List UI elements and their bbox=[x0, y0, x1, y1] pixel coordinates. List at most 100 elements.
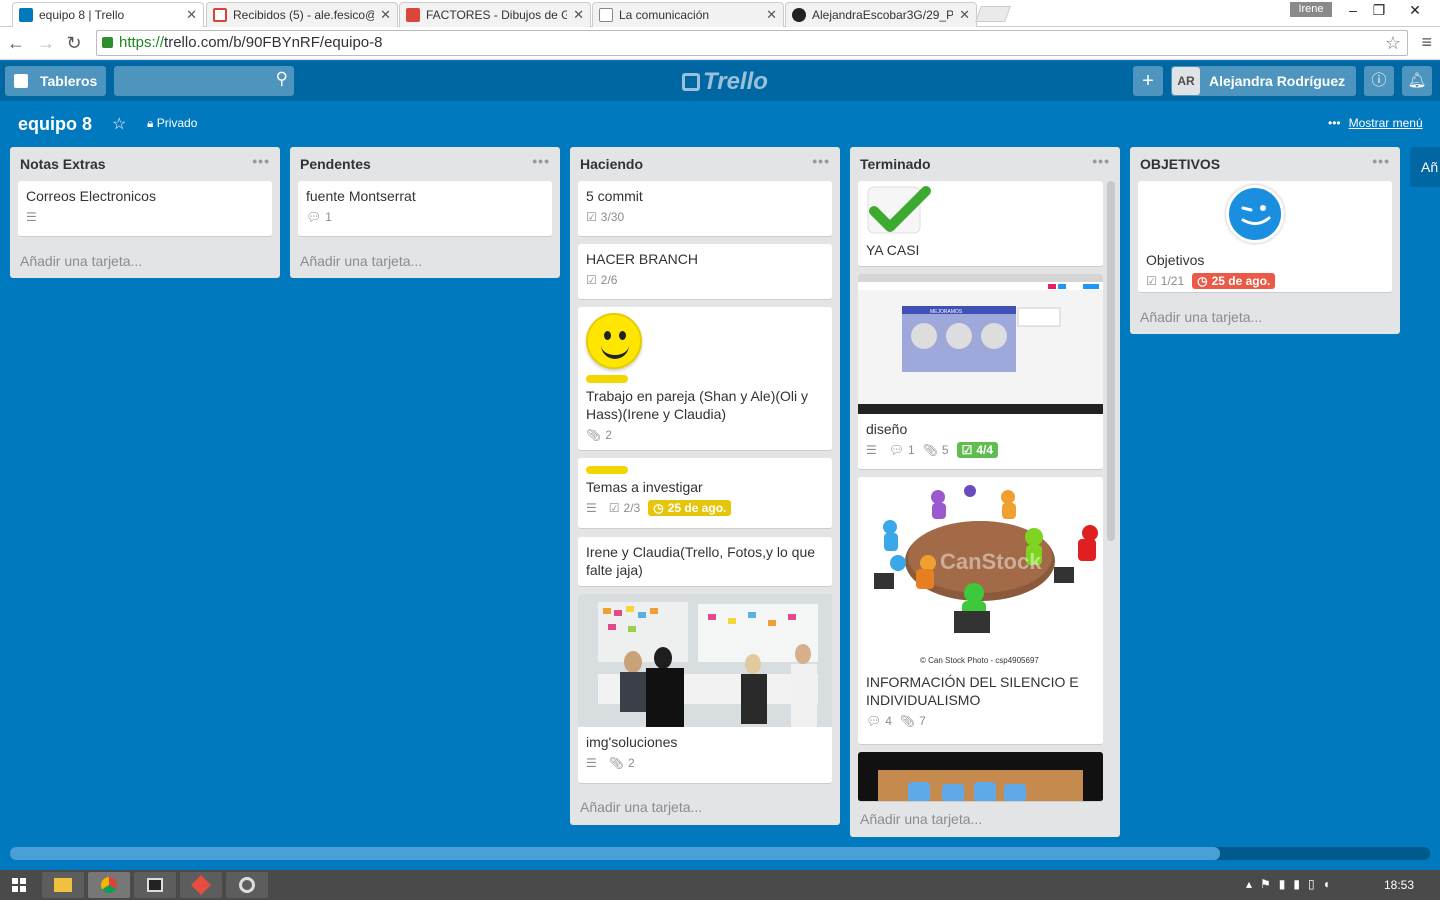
browser-user-badge[interactable]: Irene bbox=[1290, 2, 1332, 17]
member-menu-button[interactable]: AR Alejandra Rodríguez bbox=[1171, 66, 1356, 96]
list-header[interactable]: Haciendo ••• bbox=[570, 147, 840, 181]
add-button[interactable]: + bbox=[1133, 66, 1163, 96]
browser-tab-strip: equipo 8 | Trello ✕ Recibidos (5) - ale.… bbox=[0, 0, 1440, 27]
card[interactable]: Trabajo en pareja (Shan y Ale)(Oli y Has… bbox=[578, 307, 832, 451]
list-title: OBJETIVOS bbox=[1140, 156, 1221, 172]
search-input[interactable]: ⚲ bbox=[114, 66, 294, 96]
list-header[interactable]: Notas Extras ••• bbox=[10, 147, 280, 181]
forward-icon[interactable]: → bbox=[34, 31, 58, 55]
windows-taskbar: ▴⚑▮▮▯◖ 18:53 bbox=[0, 870, 1440, 900]
browser-menu-icon[interactable]: ≡ bbox=[1421, 32, 1432, 53]
card[interactable]: Temas a investigar ☰ ☑ 2/3 ◷ 25 de ago. bbox=[578, 458, 832, 529]
card[interactable]: Objetivos ☑ 1/21 ◷ 25 de ago. bbox=[1138, 181, 1392, 293]
address-bar-row: ← → ↻ https://trello.com/b/90FBYnRF/equi… bbox=[0, 27, 1440, 60]
list-header[interactable]: Terminado ••• bbox=[850, 147, 1120, 181]
tab-factores[interactable]: FACTORES - Dibujos de G ✕ bbox=[399, 2, 591, 27]
star-icon[interactable]: ☆ bbox=[112, 114, 126, 134]
card[interactable] bbox=[858, 752, 1103, 802]
list-menu-icon[interactable]: ••• bbox=[812, 153, 830, 169]
attachment-badge: 📎︎ 7 bbox=[899, 714, 926, 728]
windows-start-icon[interactable] bbox=[12, 878, 26, 892]
design-screenshot-image: MEJORAMOS bbox=[858, 274, 1103, 414]
git-app-icon[interactable] bbox=[180, 872, 222, 898]
round-table-image: CanStock © Can Stock Photo - csp4905697 bbox=[858, 477, 1103, 667]
tab-github[interactable]: AlejandraEscobar3G/29_P ✕ bbox=[785, 2, 977, 27]
due-date-badge: ◷ 25 de ago. bbox=[648, 500, 732, 516]
clock-icon: ◷ bbox=[1197, 274, 1208, 288]
new-tab-button[interactable] bbox=[975, 6, 1011, 22]
checklist-complete-badge: ☑ 4/4 bbox=[956, 442, 999, 458]
card[interactable]: 5 commit ☑ 3/30 bbox=[578, 181, 832, 237]
url-input[interactable]: https://trello.com/b/90FBYnRF/equipo-8 ☆ bbox=[96, 30, 1408, 56]
restore-icon[interactable]: ❐ bbox=[1364, 0, 1394, 22]
add-card-link[interactable]: Añadir una tarjeta... bbox=[580, 799, 702, 815]
close-icon[interactable]: ✕ bbox=[380, 7, 391, 23]
meeting-photo-image bbox=[578, 594, 832, 727]
round-table-svg: CanStock © Can Stock Photo - csp4905697 bbox=[858, 477, 1103, 667]
card[interactable]: HACER BRANCH ☑ 2/6 bbox=[578, 244, 832, 300]
add-card-link[interactable]: Añadir una tarjeta... bbox=[860, 811, 982, 827]
card-title: 5 commit bbox=[586, 188, 643, 204]
close-icon[interactable]: ✕ bbox=[186, 7, 197, 23]
list-header[interactable]: OBJETIVOS ••• bbox=[1130, 147, 1400, 181]
description-icon: ☰ bbox=[586, 501, 597, 515]
tab-title: FACTORES - Dibujos de G bbox=[426, 8, 568, 22]
back-icon[interactable]: ← bbox=[4, 31, 28, 55]
bookmark-star-icon[interactable]: ☆ bbox=[1385, 31, 1401, 55]
scrollbar-thumb[interactable] bbox=[10, 847, 1220, 860]
show-menu-label: Mostrar menú bbox=[1348, 116, 1423, 130]
list-menu-icon[interactable]: ••• bbox=[252, 153, 270, 169]
board-horizontal-scrollbar[interactable] bbox=[10, 847, 1430, 860]
window-close-icon[interactable]: ✕ bbox=[1400, 0, 1430, 22]
chrome-icon[interactable] bbox=[88, 872, 130, 898]
checklist-badge: ☑ 2/6 bbox=[586, 273, 618, 287]
card[interactable]: YA CASI bbox=[858, 181, 1103, 267]
card[interactable]: MEJORAMOS diseño ☰ 💬︎ 1 📎︎ 5 ☑ 4/4 bbox=[858, 274, 1103, 470]
comment-icon: 💬︎ bbox=[306, 210, 322, 224]
description-icon: ☰ bbox=[26, 210, 37, 224]
tab-gmail[interactable]: Recibidos (5) - ale.fesico@ ✕ bbox=[206, 2, 398, 27]
add-card-link[interactable]: Añadir una tarjeta... bbox=[1140, 309, 1262, 325]
list-menu-icon[interactable]: ••• bbox=[1092, 153, 1110, 169]
attachment-badge: 📎︎ 2 bbox=[608, 756, 635, 770]
reload-icon[interactable]: ↻ bbox=[62, 31, 86, 55]
add-card-link[interactable]: Añadir una tarjeta... bbox=[300, 253, 422, 269]
system-tray-icons[interactable]: ▴⚑▮▮▯◖ bbox=[1246, 877, 1338, 891]
list-header[interactable]: Pendentes ••• bbox=[290, 147, 560, 181]
list-menu-icon[interactable]: ••• bbox=[1372, 153, 1390, 169]
attachment-icon: 📎︎ bbox=[608, 756, 624, 770]
close-icon[interactable]: ✕ bbox=[959, 7, 970, 23]
card[interactable]: CanStock © Can Stock Photo - csp4905697 … bbox=[858, 477, 1103, 745]
list-menu-icon[interactable]: ••• bbox=[532, 153, 550, 169]
card[interactable]: fuente Montserrat 💬︎ 1 bbox=[298, 181, 552, 237]
add-list-button[interactable]: Añ bbox=[1410, 147, 1440, 187]
add-card-link[interactable]: Añadir una tarjeta... bbox=[20, 253, 142, 269]
visibility-button[interactable]: 🔒︎ Privado bbox=[147, 116, 197, 131]
show-menu-link[interactable]: ••• Mostrar menú bbox=[1328, 116, 1423, 130]
description-icon: ☰ bbox=[866, 443, 877, 457]
card[interactable]: Correos Electronicos ☰ bbox=[18, 181, 272, 237]
attachment-badge: 📎︎ 2 bbox=[586, 428, 612, 442]
tab-trello[interactable]: equipo 8 | Trello ✕ bbox=[12, 2, 204, 27]
attachment-icon: 📎︎ bbox=[586, 428, 602, 442]
card[interactable]: Irene y Claudia(Trello, Fotos,y lo que f… bbox=[578, 537, 832, 587]
card-label-yellow bbox=[586, 466, 628, 474]
tab-comunicacion[interactable]: La comunicación ✕ bbox=[592, 2, 784, 27]
info-icon[interactable]: ⓘ bbox=[1364, 66, 1394, 96]
file-explorer-icon[interactable] bbox=[42, 872, 84, 898]
list-scrollbar[interactable] bbox=[1107, 181, 1115, 541]
clock[interactable]: 18:53 bbox=[1384, 878, 1414, 892]
design-screenshot-svg: MEJORAMOS bbox=[858, 274, 1103, 414]
app-icon[interactable] bbox=[226, 872, 268, 898]
boards-button[interactable]: Tableros bbox=[5, 66, 106, 96]
card[interactable]: img'soluciones ☰ 📎︎ 2 bbox=[578, 594, 832, 784]
close-icon[interactable]: ✕ bbox=[573, 7, 584, 23]
corkboard-image bbox=[878, 770, 1083, 801]
visibility-label: Privado bbox=[156, 116, 198, 130]
notifications-bell-icon[interactable]: 🔔︎ bbox=[1402, 66, 1432, 96]
video-app-icon[interactable] bbox=[134, 872, 176, 898]
checklist-badge: ☑ 2/3 bbox=[608, 501, 641, 515]
board-title[interactable]: equipo 8 bbox=[18, 114, 92, 135]
close-icon[interactable]: ✕ bbox=[766, 7, 777, 23]
trello-logo[interactable]: Trello bbox=[682, 68, 768, 96]
